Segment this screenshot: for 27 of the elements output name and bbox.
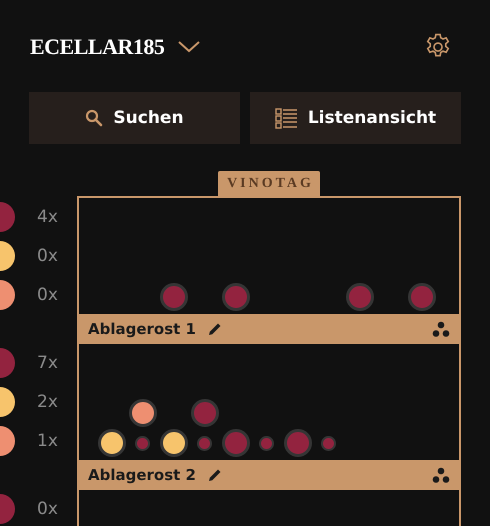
- shelf-name: Ablagerost 1: [88, 320, 196, 338]
- bottle-count: 1x: [37, 431, 58, 451]
- pencil-icon[interactable]: [208, 468, 222, 482]
- bottle-count: 7x: [37, 353, 58, 373]
- dots-icon[interactable]: [432, 466, 450, 484]
- bottle-count: 0x: [37, 499, 58, 519]
- list-button[interactable]: Listenansicht: [250, 92, 461, 144]
- bottle-count: 2x: [37, 392, 58, 412]
- device-title[interactable]: ECELLAR185: [30, 34, 164, 60]
- list-icon: [274, 108, 298, 128]
- bottle-neck[interactable]: [135, 436, 150, 450]
- bottle-count: 4x: [37, 207, 58, 227]
- bottle-neck[interactable]: [259, 436, 274, 450]
- search-icon: [85, 109, 104, 127]
- bottle-count: 0x: [37, 285, 58, 305]
- bottle[interactable]: [160, 429, 188, 457]
- shelf-name: Ablagerost 2: [88, 466, 196, 484]
- brand-label: VINOTAG: [218, 171, 320, 196]
- pencil-icon[interactable]: [208, 322, 222, 336]
- chevron-down-icon[interactable]: [178, 41, 200, 53]
- search-button[interactable]: Suchen: [29, 92, 240, 144]
- bottle-count: 0x: [37, 246, 58, 266]
- bottle-neck[interactable]: [197, 436, 212, 450]
- bottle-neck[interactable]: [321, 436, 336, 450]
- bottle[interactable]: [98, 429, 126, 457]
- bottle[interactable]: [128, 399, 156, 427]
- dots-icon[interactable]: [432, 320, 450, 338]
